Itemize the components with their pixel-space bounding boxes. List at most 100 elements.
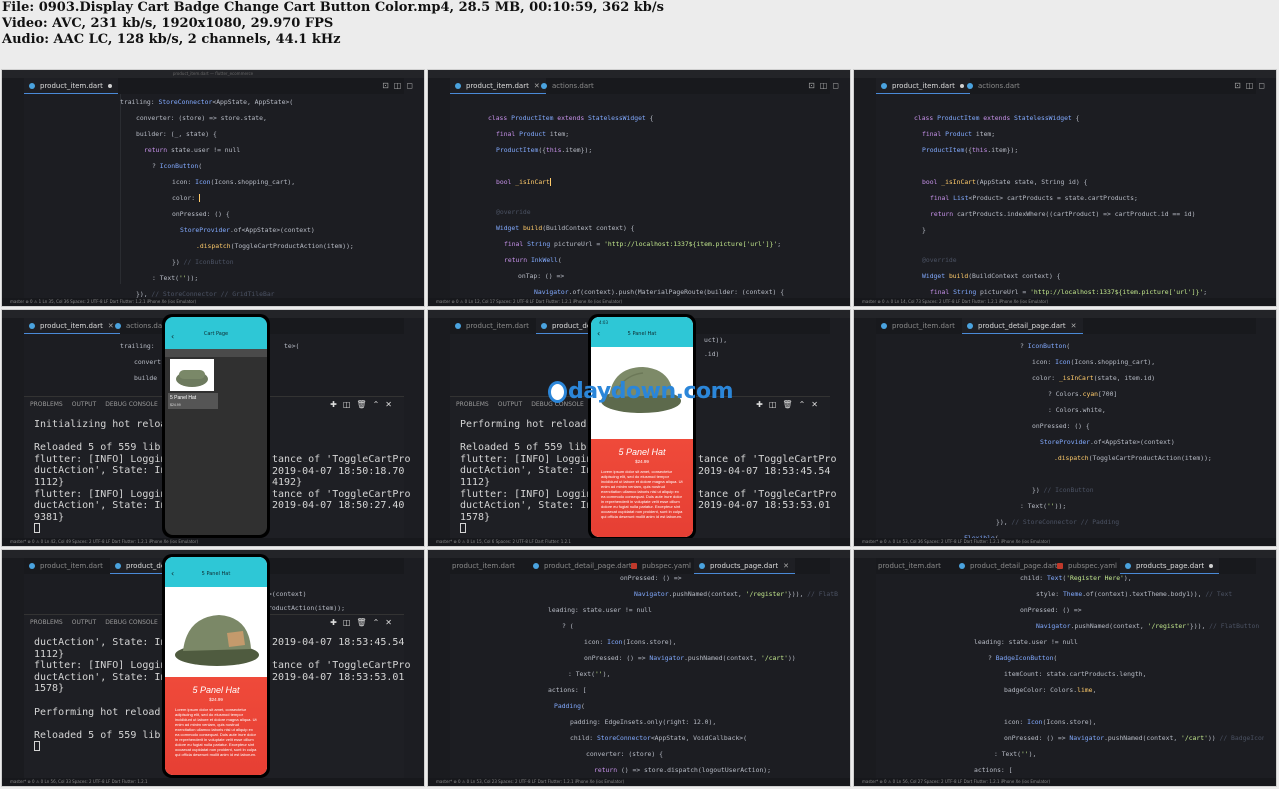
dart-file-icon <box>115 563 121 569</box>
cart-item-card[interactable]: 5 Panel Hat $24.99 <box>168 393 218 409</box>
code-editor[interactable]: trailing: StoreConnector<AppState, AppSt… <box>24 94 412 298</box>
tab-label: product_item.dart <box>878 562 941 570</box>
tab-debug-console[interactable]: DEBUG CONSOLE <box>105 619 158 626</box>
tab-actions[interactable]: actions.dart <box>536 78 600 94</box>
audio-line: Audio: AAC LC, 128 kb/s, 2 channels, 44.… <box>2 32 341 47</box>
code-editor[interactable]: class ProductItem extends StatelessWidge… <box>450 94 838 298</box>
tab-product-detail-page[interactable]: product_detail_page.dart <box>528 558 638 574</box>
panel-toolbar-icons[interactable]: ✚◫🗑⌃✕ <box>330 400 398 409</box>
editor-toolbar-icons[interactable]: ⊡◫◻ <box>382 81 418 90</box>
tab-output[interactable]: OUTPUT <box>72 401 96 408</box>
ios-simulator[interactable]: 4:03 ‹ 5 Panel Hat 5 Panel Hat $24.99 Lo… <box>588 314 696 540</box>
watermark-text: daydown.com <box>568 379 734 404</box>
activity-bar <box>854 318 876 540</box>
tab-products-page[interactable]: products_page.dart <box>1120 558 1220 574</box>
tab-product-item[interactable]: product_item.dart <box>876 318 961 334</box>
yaml-file-icon <box>1057 563 1063 569</box>
indent-guide <box>120 94 121 284</box>
tab-product-item[interactable]: product_item.dart <box>24 78 118 94</box>
tab-product-item[interactable]: product_item.dart <box>24 558 109 574</box>
tab-label: product_detail_page.dart <box>544 562 632 570</box>
code-editor[interactable]: ? IconButton( icon: Icon(Icons.shopping_… <box>876 334 1264 538</box>
code-editor[interactable]: onPressed: () => Navigator.pushNamed(con… <box>450 574 838 778</box>
status-bar: master* ⊗ 0 ⚠ 0 Ln 56, Col 33 Spaces: 2 … <box>2 778 424 786</box>
cart-tabs[interactable] <box>165 349 267 357</box>
editor-tabs: product_item.dart product_detail_page.da… <box>876 318 1256 334</box>
product-price: $24.99 <box>635 459 649 464</box>
thumbnail-1: product_item.dart — flutter_ecommerce pr… <box>1 69 425 307</box>
code-editor[interactable]: child: Text('Register Here'), style: The… <box>876 574 1264 778</box>
editor-toolbar-icons[interactable]: ⊡◫◻ <box>1234 81 1270 90</box>
thumbnail-grid: product_item.dart — flutter_ecommerce pr… <box>0 68 1279 789</box>
tab-actions[interactable]: actions.dart <box>962 78 1026 94</box>
tab-product-item[interactable]: product_item.dart ✕ <box>450 78 546 94</box>
activity-bar <box>2 318 24 540</box>
window-titlebar <box>854 70 1276 87</box>
thumbnail-4: product_item.dart ✕ actions.dart trailing… <box>1 309 425 547</box>
tab-label: product_item.dart <box>40 82 103 90</box>
tab-product-item[interactable]: product_item.dart <box>876 78 970 94</box>
app-bar-title: 5 Panel Hat <box>201 571 231 577</box>
tab-product-detail-page[interactable]: product_detail_page.dart <box>954 558 1064 574</box>
dart-file-icon <box>541 83 547 89</box>
tab-problems[interactable]: PROBLEMS <box>30 619 63 626</box>
thumbnail-7: product_item.dart product_detail_page.da… <box>1 549 425 787</box>
tab-problems[interactable]: PROBLEMS <box>456 401 489 408</box>
tab-product-item[interactable]: product_item.dart <box>876 558 947 574</box>
panel-toolbar-icons[interactable]: ✚◫🗑⌃✕ <box>330 618 398 627</box>
window-title: product_item.dart — flutter_ecommerce <box>172 71 254 76</box>
status-bar: master ⊗ 0 ⚠ 1 Ln 35, Col 36 Spaces: 2 U… <box>2 298 424 306</box>
window-titlebar <box>854 550 1276 567</box>
status-bar: master* ⊗ 0 ⚠ 0 Ln 15, Col 6 Spaces: 2 U… <box>428 538 850 546</box>
tab-pubspec[interactable]: pubspec.yaml <box>626 558 697 574</box>
tab-problems[interactable]: PROBLEMS <box>30 401 63 408</box>
editor-toolbar-icons[interactable]: ⊡◫◻ <box>808 81 844 90</box>
video-line: Video: AVC, 231 kb/s, 1920x1080, 29.970 … <box>2 16 334 31</box>
product-description: Lorem ipsum dolor sit amet, consectetur … <box>601 469 683 519</box>
editor-tabs: product_item.dart ✕ actions.dart <box>450 78 830 94</box>
tab-product-item[interactable]: product_item.dart <box>450 558 521 574</box>
dart-file-icon <box>533 563 539 569</box>
terminal-output-right: tance of 'ToggleCartPro 2019-04-07 18:50:… <box>272 454 411 512</box>
window-titlebar <box>428 70 850 87</box>
tab-label: actions.dart <box>552 82 594 90</box>
status-bar: master* ⊗ 0 ⚠ 0 Ln 56, Col 27 Spaces: 2 … <box>854 778 1276 786</box>
activity-bar <box>428 558 450 780</box>
panel-tabs[interactable]: PROBLEMS OUTPUT DEBUG CONSOLE <box>30 401 167 408</box>
terminal-output-right: tance of 'ToggleCartPro 2019-04-07 18:53:… <box>698 454 837 512</box>
close-icon[interactable]: ✕ <box>783 562 789 570</box>
tab-debug-console[interactable]: DEBUG CONSOLE <box>105 401 158 408</box>
tab-pubspec[interactable]: pubspec.yaml <box>1052 558 1123 574</box>
editor-tabs: product_item.dart actions.dart <box>876 78 1256 94</box>
tab-label: product_item.dart <box>466 322 529 330</box>
tab-product-detail-page[interactable]: product_detail_page.dart ✕ <box>962 318 1083 334</box>
dart-file-icon <box>881 83 887 89</box>
tab-product-item[interactable]: product_item.dart ✕ <box>24 318 120 334</box>
ios-simulator[interactable]: ‹ Cart Page 5 Panel Hat $24.99 <box>162 314 270 538</box>
thumbnail-9: product_item.dart product_detail_page.da… <box>853 549 1277 787</box>
window-titlebar: product_item.dart — flutter_ecommerce <box>2 70 424 87</box>
dart-file-icon <box>1125 563 1131 569</box>
tab-label: product_item.dart <box>892 322 955 330</box>
panel-toolbar-icons[interactable]: ✚◫🗑⌃✕ <box>756 400 824 409</box>
watermark: daydown.com <box>548 379 734 404</box>
app-bar-title: Cart Page <box>203 331 229 337</box>
tab-output[interactable]: OUTPUT <box>72 619 96 626</box>
tab-products-page[interactable]: products_page.dart ✕ <box>694 558 796 574</box>
unsaved-dot-icon <box>1209 564 1214 568</box>
close-icon[interactable]: ✕ <box>1071 322 1077 330</box>
file-line: File: 0903.Display Cart Badge Change Car… <box>2 0 664 15</box>
thumbnail-3: product_item.dart actions.dart ⊡◫◻ class… <box>853 69 1277 307</box>
thumbnail-5: product_item.dart product_detail_page.da… <box>427 309 851 547</box>
ios-simulator[interactable]: ‹ 5 Panel Hat 5 Panel Hat $24.99 Lorem i… <box>162 554 270 778</box>
yaml-file-icon <box>631 563 637 569</box>
panel-tabs[interactable]: PROBLEMS OUTPUT DEBUG CONSOLE <box>30 619 167 626</box>
status-bar: master* ⊗ 0 ⚠ 0 Ln 42, Col 49 Spaces: 2 … <box>2 538 424 546</box>
product-detail-section: 5 Panel Hat $24.99 Lorem ipsum dolor sit… <box>591 439 693 537</box>
code-editor[interactable]: class ProductItem extends StatelessWidge… <box>876 94 1264 298</box>
editor-tabs: product_item.dart <box>24 78 404 94</box>
tab-product-item[interactable]: product_item.dart <box>450 318 535 334</box>
activity-bar <box>428 78 450 300</box>
tab-label: products_page.dart <box>1136 562 1205 570</box>
tab-output[interactable]: OUTPUT <box>498 401 522 408</box>
